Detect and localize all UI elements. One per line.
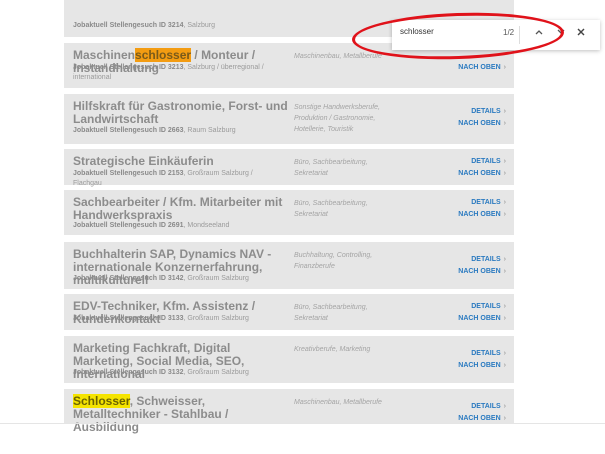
job-category: Büro, Sachbearbeitung, Sekretariat (294, 200, 368, 218)
chevron-right-icon: › (503, 403, 506, 410)
nach-oben-link[interactable]: NACH OBEN › (458, 209, 506, 221)
job-title-link[interactable]: Hilfskraft für Gastronomie, Forst- und L… (73, 100, 288, 126)
nach-oben-link[interactable]: NACH OBEN › (458, 313, 506, 325)
chevron-right-icon: › (503, 303, 506, 310)
details-link[interactable]: DETAILS › (458, 197, 506, 209)
job-meta: Jobaktuell Stellengesuch ID 3214, Salzbu… (73, 22, 216, 29)
nach-oben-link[interactable]: NACH OBEN › (458, 360, 506, 372)
chevron-right-icon: › (503, 315, 506, 322)
nach-oben-link[interactable]: NACH OBEN › (458, 266, 506, 278)
chevron-right-icon: › (503, 170, 506, 177)
details-link[interactable]: DETAILS › (458, 156, 506, 168)
chevron-right-icon: › (503, 362, 506, 369)
job-title-link[interactable]: Sachbearbeiter / Kfm. Mitarbeiter mit Ha… (73, 196, 288, 222)
chevron-right-icon: › (503, 108, 506, 115)
find-highlight-current: schlosser (135, 48, 192, 62)
chevron-right-icon: › (503, 415, 506, 422)
job-meta: Jobaktuell Stellengesuch ID 2153, Großra… (73, 170, 253, 187)
chevron-right-icon: › (503, 199, 506, 206)
nach-oben-link[interactable]: NACH OBEN › (458, 62, 506, 74)
job-meta: Jobaktuell Stellengesuch ID 3142, Großra… (73, 275, 249, 282)
job-category: Buchhaltung, Controlling, Finanzberufe (294, 252, 373, 270)
job-card: Schlosser, Schweisser, Metalltechniker -… (64, 389, 514, 434)
job-card: Strategische Einkäuferin Jobaktuell Stel… (64, 149, 514, 187)
job-meta: Jobaktuell Stellengesuch ID 3132, Großra… (73, 369, 249, 376)
chevron-right-icon: › (503, 158, 506, 165)
job-card: Marketing Fachkraft, Digital Marketing, … (64, 336, 514, 383)
divider (0, 423, 605, 424)
chevron-right-icon: › (503, 268, 506, 275)
job-meta: Jobaktuell Stellengesuch ID 2691, Mondse… (73, 222, 230, 229)
nach-oben-link[interactable]: NACH OBEN › (458, 118, 506, 130)
job-category: Sonstige Handwerksberufe, Produktion / G… (294, 104, 380, 133)
job-meta: Jobaktuell Stellengesuch ID 3133, Großra… (73, 315, 249, 322)
job-card: Sachbearbeiter / Kfm. Mitarbeiter mit Ha… (64, 190, 514, 235)
chevron-right-icon: › (503, 256, 506, 263)
details-link[interactable]: DETAILS › (458, 106, 506, 118)
job-category: Büro, Sachbearbeitung, Sekretariat (294, 159, 368, 177)
job-title-link[interactable]: Schlosser, Schweisser, Metalltechniker -… (73, 394, 293, 434)
chevron-right-icon: › (503, 350, 506, 357)
chevron-right-icon: › (503, 120, 506, 127)
job-title-link[interactable]: Strategische Einkäuferin (73, 155, 288, 168)
job-meta: Jobaktuell Stellengesuch ID 3213, Salzbu… (73, 64, 264, 81)
chevron-right-icon: › (503, 211, 506, 218)
details-link[interactable]: DETAILS › (458, 301, 506, 313)
details-link[interactable]: DETAILS › (458, 254, 506, 266)
chevron-right-icon: › (503, 64, 506, 71)
job-category: Kreativberufe, Marketing (294, 346, 371, 353)
find-highlight: Schlosser (73, 394, 130, 408)
job-meta: Jobaktuell Stellengesuch ID 2663, Raum S… (73, 127, 236, 134)
details-link[interactable]: DETAILS › (458, 348, 506, 360)
details-link[interactable]: DETAILS › (458, 401, 506, 413)
job-category: Büro, Sachbearbeitung, Sekretariat (294, 304, 368, 322)
close-icon[interactable] (573, 26, 589, 44)
job-card: Buchhalterin SAP, Dynamics NAV - interna… (64, 242, 514, 289)
job-category: Maschinenbau, Metallberufe (294, 399, 382, 406)
nach-oben-link[interactable]: NACH OBEN › (458, 168, 506, 180)
job-card: Hilfskraft für Gastronomie, Forst- und L… (64, 94, 514, 144)
job-card: EDV-Techniker, Kfm. Assistenz / Kundenko… (64, 294, 514, 330)
